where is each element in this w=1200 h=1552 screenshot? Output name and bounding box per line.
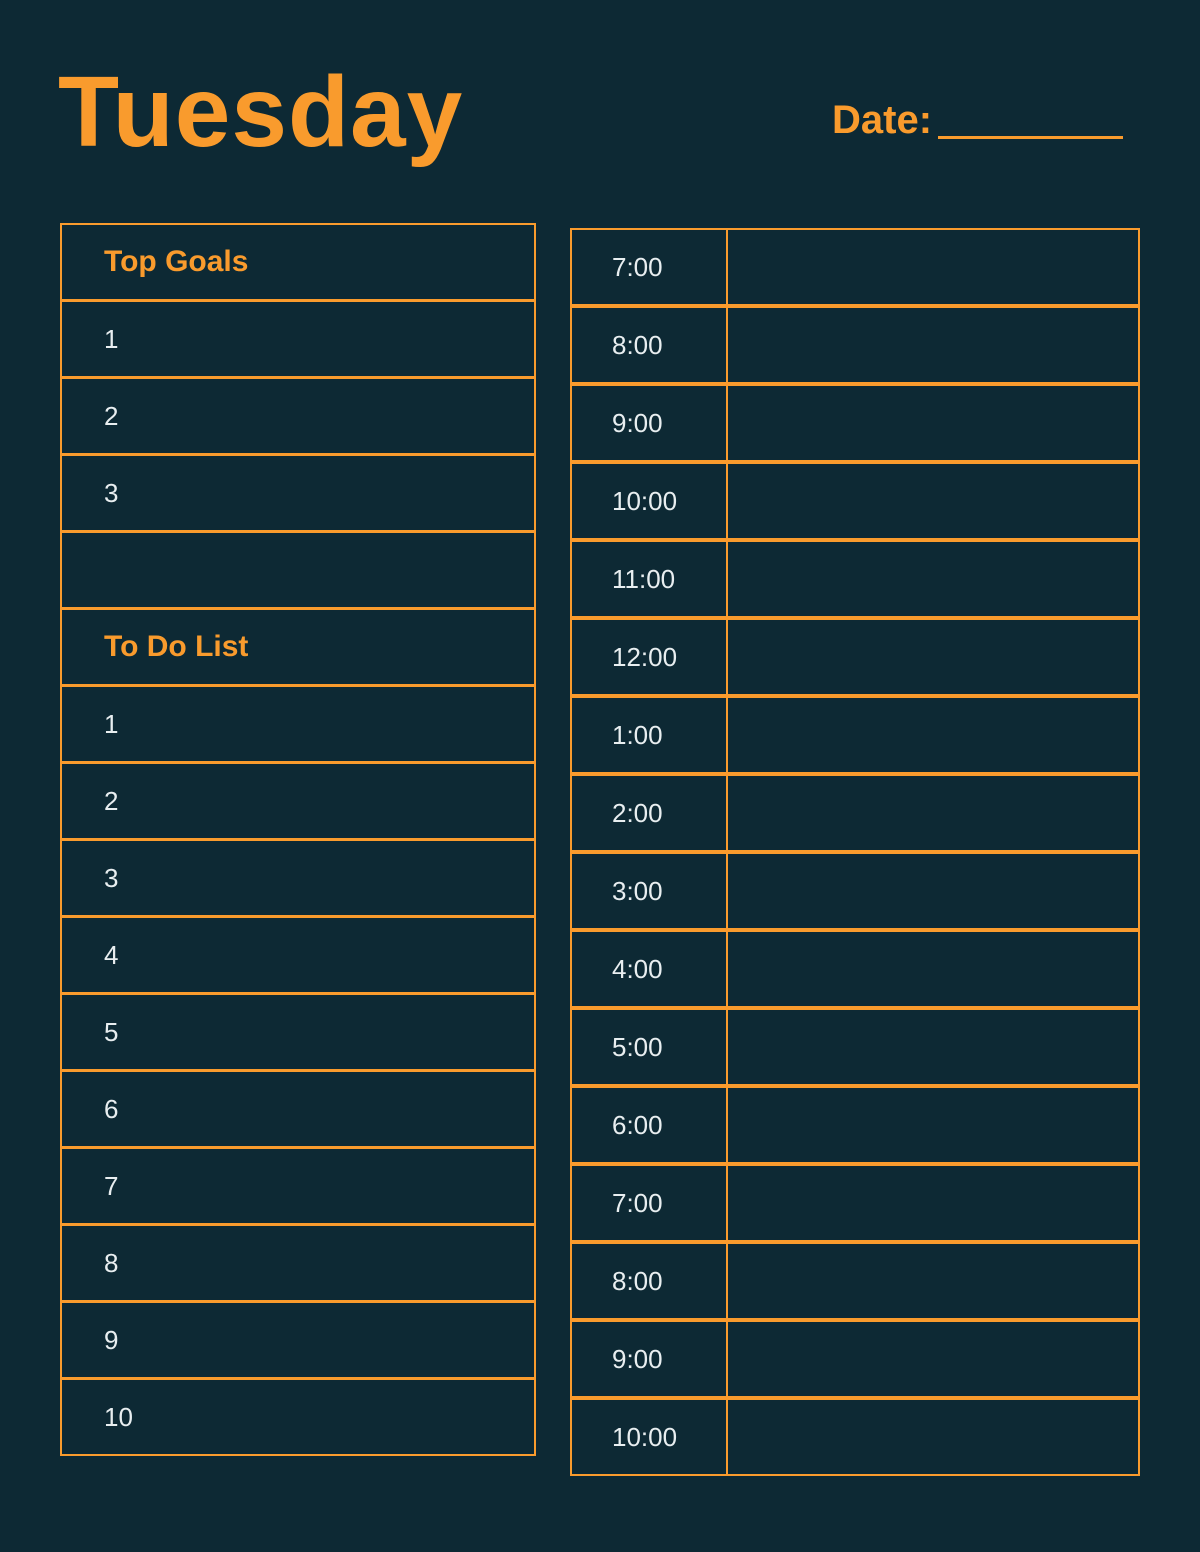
schedule-row: 2:00 bbox=[570, 774, 1140, 852]
schedule-row: 5:00 bbox=[570, 1008, 1140, 1086]
top-goals-heading: Top Goals bbox=[60, 223, 536, 301]
time-label: 1:00 bbox=[572, 698, 728, 772]
schedule-entry-cell[interactable] bbox=[728, 1010, 1138, 1084]
schedule-entry-cell[interactable] bbox=[728, 1244, 1138, 1318]
schedule-row: 10:00 bbox=[570, 462, 1140, 540]
schedule-row: 6:00 bbox=[570, 1086, 1140, 1164]
schedule-entry-cell[interactable] bbox=[728, 1322, 1138, 1396]
time-label: 5:00 bbox=[572, 1010, 728, 1084]
schedule-entry-cell[interactable] bbox=[728, 230, 1138, 304]
todo-row[interactable]: 6 bbox=[60, 1070, 536, 1148]
schedule-entry-cell[interactable] bbox=[728, 1088, 1138, 1162]
goal-row[interactable] bbox=[60, 531, 536, 609]
schedule-entry-cell[interactable] bbox=[728, 542, 1138, 616]
schedule-entry-cell[interactable] bbox=[728, 620, 1138, 694]
time-label: 2:00 bbox=[572, 776, 728, 850]
page-title: Tuesday bbox=[58, 56, 464, 168]
todo-row[interactable]: 1 bbox=[60, 685, 536, 763]
schedule-entry-cell[interactable] bbox=[728, 464, 1138, 538]
schedule-row: 9:00 bbox=[570, 384, 1140, 462]
date-blank-line[interactable] bbox=[938, 136, 1124, 139]
goals-todo-column: Top Goals 1 2 3 To Do List 1 2 3 4 5 6 7 8 9 10 bbox=[60, 223, 536, 1456]
time-label: 10:00 bbox=[572, 1400, 728, 1474]
todo-row[interactable]: 7 bbox=[60, 1147, 536, 1225]
schedule-row: 12:00 bbox=[570, 618, 1140, 696]
goal-row[interactable]: 2 bbox=[60, 377, 536, 455]
schedule-row: 8:00 bbox=[570, 1242, 1140, 1320]
time-label: 8:00 bbox=[572, 1244, 728, 1318]
schedule-row: 4:00 bbox=[570, 930, 1140, 1008]
schedule-row: 7:00 bbox=[570, 1164, 1140, 1242]
schedule-row: 11:00 bbox=[570, 540, 1140, 618]
schedule-entry-cell[interactable] bbox=[728, 308, 1138, 382]
schedule-row: 10:00 bbox=[570, 1398, 1140, 1476]
todo-row[interactable]: 10 bbox=[60, 1378, 536, 1456]
todo-row[interactable]: 8 bbox=[60, 1224, 536, 1302]
schedule-row: 7:00 bbox=[570, 228, 1140, 306]
goal-row[interactable]: 3 bbox=[60, 454, 536, 532]
time-label: 4:00 bbox=[572, 932, 728, 1006]
schedule-table: 7:00 8:00 9:00 10:00 11:00 12:00 1:00 2:00 3:00 4… bbox=[570, 228, 1140, 1476]
date-label: Date: bbox=[832, 98, 933, 142]
time-label: 3:00 bbox=[572, 854, 728, 928]
schedule-row: 3:00 bbox=[570, 852, 1140, 930]
time-label: 11:00 bbox=[572, 542, 728, 616]
schedule-entry-cell[interactable] bbox=[728, 932, 1138, 1006]
schedule-entry-cell[interactable] bbox=[728, 698, 1138, 772]
todo-row[interactable]: 3 bbox=[60, 839, 536, 917]
todo-row[interactable]: 9 bbox=[60, 1301, 536, 1379]
schedule-entry-cell[interactable] bbox=[728, 854, 1138, 928]
schedule-entry-cell[interactable] bbox=[728, 1400, 1138, 1474]
time-label: 10:00 bbox=[572, 464, 728, 538]
schedule-row: 1:00 bbox=[570, 696, 1140, 774]
time-label: 7:00 bbox=[572, 230, 728, 304]
time-label: 8:00 bbox=[572, 308, 728, 382]
schedule-row: 8:00 bbox=[570, 306, 1140, 384]
time-label: 7:00 bbox=[572, 1166, 728, 1240]
todo-heading: To Do List bbox=[60, 608, 536, 686]
todo-row[interactable]: 5 bbox=[60, 993, 536, 1071]
time-label: 9:00 bbox=[572, 1322, 728, 1396]
time-label: 9:00 bbox=[572, 386, 728, 460]
time-label: 6:00 bbox=[572, 1088, 728, 1162]
goal-row[interactable]: 1 bbox=[60, 300, 536, 378]
date-field: Date: bbox=[832, 98, 1124, 142]
todo-row[interactable]: 4 bbox=[60, 916, 536, 994]
schedule-entry-cell[interactable] bbox=[728, 386, 1138, 460]
schedule-row: 9:00 bbox=[570, 1320, 1140, 1398]
schedule-entry-cell[interactable] bbox=[728, 1166, 1138, 1240]
schedule-entry-cell[interactable] bbox=[728, 776, 1138, 850]
time-label: 12:00 bbox=[572, 620, 728, 694]
todo-row[interactable]: 2 bbox=[60, 762, 536, 840]
